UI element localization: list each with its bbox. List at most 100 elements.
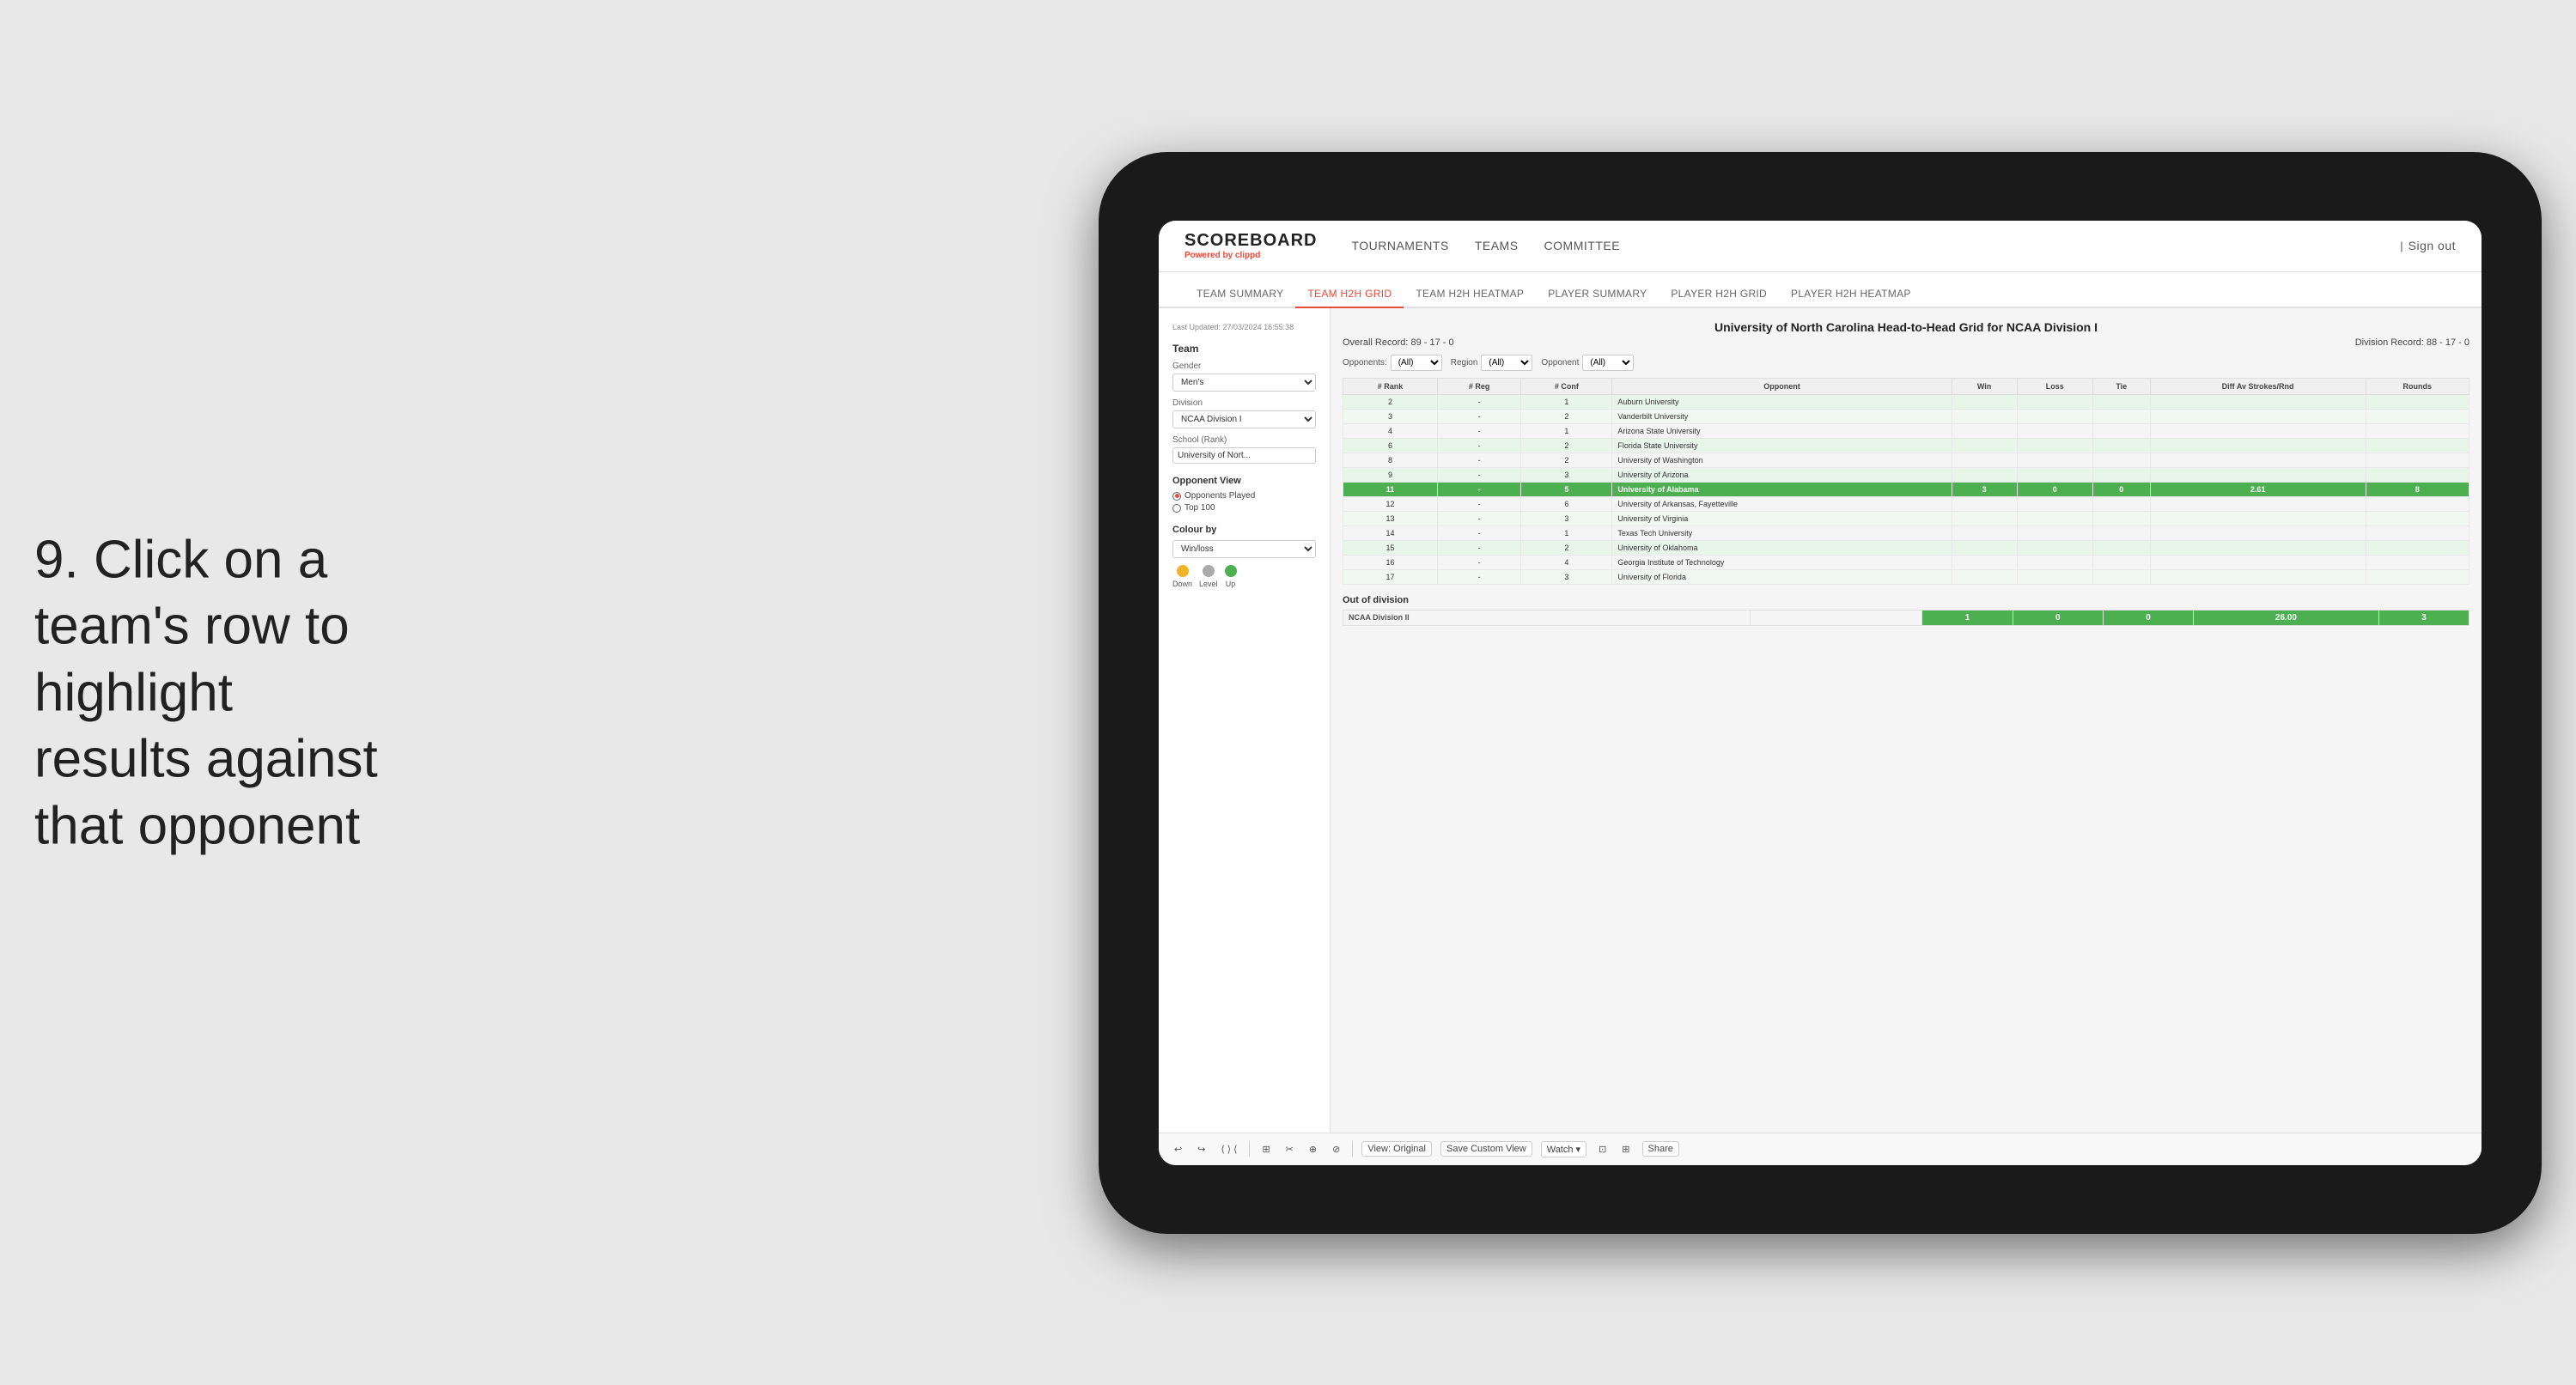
col-conf: # Conf [1521, 378, 1612, 394]
opponent-filter: Opponent (All) [1541, 355, 1634, 371]
opponent-select[interactable]: (All) [1582, 355, 1634, 371]
instruction-block: 9. Click on a team's row to highlight re… [34, 526, 395, 860]
division-label: Division [1172, 398, 1316, 408]
tab-player-h2h-grid[interactable]: PLAYER H2H GRID [1659, 281, 1779, 308]
save-custom-btn[interactable]: Save Custom View [1440, 1141, 1532, 1157]
toolbar-icon-5[interactable]: ⊡ [1595, 1142, 1610, 1157]
table-row[interactable]: 14-1Texas Tech University [1343, 525, 2469, 540]
table-row[interactable]: 4-1Arizona State University [1343, 423, 2469, 438]
out-division-win: 1 [1922, 610, 2013, 625]
opponents-select[interactable]: (All) [1391, 355, 1442, 371]
out-division-rounds: 3 [2378, 610, 2469, 625]
top-100-option[interactable]: Top 100 [1172, 503, 1316, 513]
col-diff: Diff Av Strokes/Rnd [2150, 378, 2366, 394]
nav-committee[interactable]: COMMITTEE [1544, 234, 1621, 257]
table-row[interactable]: 16-4Georgia Institute of Technology [1343, 555, 2469, 569]
tab-team-summary[interactable]: TEAM SUMMARY [1184, 281, 1295, 308]
out-division-tie: 0 [2103, 610, 2193, 625]
colour-by-title: Colour by [1172, 525, 1316, 535]
division-select[interactable]: NCAA Division I [1172, 410, 1316, 428]
table-row[interactable]: 6-2Florida State University [1343, 438, 2469, 453]
out-division-spacer [1751, 610, 1922, 625]
table-row[interactable]: 17-3University of Florida [1343, 569, 2469, 584]
col-opponent: Opponent [1612, 378, 1952, 394]
tab-player-h2h-heatmap[interactable]: PLAYER H2H HEATMAP [1779, 281, 1923, 308]
grid-title: University of North Carolina Head-to-Hea… [1343, 320, 2469, 334]
divider-pipe: | [2400, 240, 2402, 252]
table-row[interactable]: 8-2University of Washington [1343, 453, 2469, 467]
table-row[interactable]: 13-3University of Virginia [1343, 511, 2469, 525]
school-display[interactable]: University of Nort... [1172, 447, 1316, 464]
grid-area: University of North Carolina Head-to-Hea… [1331, 308, 2482, 1133]
logo-scoreboard: SCOREBOARD [1184, 231, 1317, 251]
opponents-played-radio[interactable] [1172, 492, 1181, 501]
gender-select[interactable]: Men's [1172, 374, 1316, 392]
region-select[interactable]: (All) [1481, 355, 1532, 371]
col-rounds: Rounds [2366, 378, 2469, 394]
toolbar-icon-6[interactable]: ⊞ [1618, 1142, 1633, 1157]
division-record: Division Record: 88 - 17 - 0 [2355, 337, 2469, 348]
tab-team-h2h-heatmap[interactable]: TEAM H2H HEATMAP [1404, 281, 1536, 308]
opponents-played-label: Opponents Played [1184, 491, 1255, 501]
out-of-division-title: Out of division [1343, 595, 2469, 605]
col-tie: Tie [2092, 378, 2150, 394]
tab-player-summary[interactable]: PLAYER SUMMARY [1536, 281, 1659, 308]
legend-down-dot [1177, 565, 1189, 577]
legend-level-dot [1203, 565, 1215, 577]
legend-level-label: Level [1199, 580, 1218, 588]
gender-label: Gender [1172, 361, 1316, 371]
undo-btn[interactable]: ↩ [1171, 1142, 1185, 1157]
col-loss: Loss [2017, 378, 2092, 394]
toolbar-icon-2[interactable]: ✂ [1282, 1142, 1297, 1157]
toolbar-icon-1[interactable]: ⊞ [1258, 1142, 1273, 1157]
history-back-btn[interactable]: ⟨ ⟩ ⟨ [1217, 1142, 1240, 1157]
sign-out-button[interactable]: Sign out [2409, 234, 2456, 257]
nav-tournaments[interactable]: TOURNAMENTS [1351, 234, 1448, 257]
toolbar-icon-4[interactable]: ⊘ [1329, 1142, 1343, 1157]
table-row[interactable]: 12-6University of Arkansas, Fayetteville [1343, 496, 2469, 511]
table-row[interactable]: 2-1Auburn University [1343, 394, 2469, 409]
watch-btn[interactable]: Watch ▾ [1541, 1141, 1586, 1157]
opponents-played-option[interactable]: Opponents Played [1172, 491, 1316, 501]
nav-items: TOURNAMENTS TEAMS COMMITTEE [1351, 234, 2400, 257]
out-division-row[interactable]: NCAA Division II 1 0 0 26.00 3 [1343, 610, 2469, 625]
instruction-content: Click on a team's row to highlight resul… [34, 530, 378, 855]
powered-by-text: Powered by [1184, 251, 1233, 260]
colour-by-select[interactable]: Win/loss [1172, 540, 1316, 558]
region-filter: Region (All) [1451, 355, 1533, 371]
view-original-btn[interactable]: View: Original [1361, 1141, 1432, 1157]
top-100-label: Top 100 [1184, 503, 1215, 513]
share-btn[interactable]: Share [1642, 1141, 1679, 1157]
step-number: 9. [34, 530, 79, 589]
last-updated: Last Updated: 27/03/2024 16:55:38 [1172, 322, 1316, 333]
legend-down-label: Down [1172, 580, 1192, 588]
legend-down: Down [1172, 565, 1192, 588]
opponents-label: Opponents: [1343, 358, 1387, 368]
top-navigation: SCOREBOARD Powered by clippd TOURNAMENTS… [1159, 221, 2482, 272]
top-100-radio[interactable] [1172, 504, 1181, 513]
table-row[interactable]: 15-2University of Oklahoma [1343, 540, 2469, 555]
out-division-diff: 26.00 [2194, 610, 2379, 625]
col-win: Win [1952, 378, 2017, 394]
col-rank: # Rank [1343, 378, 1438, 394]
nav-teams[interactable]: TEAMS [1475, 234, 1519, 257]
tablet-screen: SCOREBOARD Powered by clippd TOURNAMENTS… [1159, 221, 2482, 1165]
region-label: Region [1451, 358, 1478, 368]
col-reg: # Reg [1438, 378, 1521, 394]
legend-up-label: Up [1226, 580, 1236, 588]
grid-records: Overall Record: 89 - 17 - 0 Division Rec… [1343, 337, 2469, 348]
table-row[interactable]: 9-3University of Arizona [1343, 467, 2469, 482]
h2h-table: # Rank # Reg # Conf Opponent Win Loss Ti… [1343, 378, 2469, 585]
opponent-label: Opponent [1541, 358, 1579, 368]
toolbar-icon-3[interactable]: ⊕ [1306, 1142, 1320, 1157]
table-row[interactable]: 3-2Vanderbilt University [1343, 409, 2469, 423]
sub-navigation: TEAM SUMMARY TEAM H2H GRID TEAM H2H HEAT… [1159, 272, 2482, 308]
table-row[interactable]: 11-5University of Alabama3002.618 [1343, 482, 2469, 496]
redo-btn[interactable]: ↪ [1194, 1142, 1209, 1157]
out-division-label: NCAA Division II [1343, 610, 1751, 625]
filter-row: Opponents: (All) Region (All) [1343, 355, 2469, 371]
tablet-device: SCOREBOARD Powered by clippd TOURNAMENTS… [1099, 152, 2542, 1234]
tab-team-h2h-grid[interactable]: TEAM H2H GRID [1295, 281, 1404, 308]
table-header-row: # Rank # Reg # Conf Opponent Win Loss Ti… [1343, 378, 2469, 394]
legend-up-dot [1225, 565, 1237, 577]
